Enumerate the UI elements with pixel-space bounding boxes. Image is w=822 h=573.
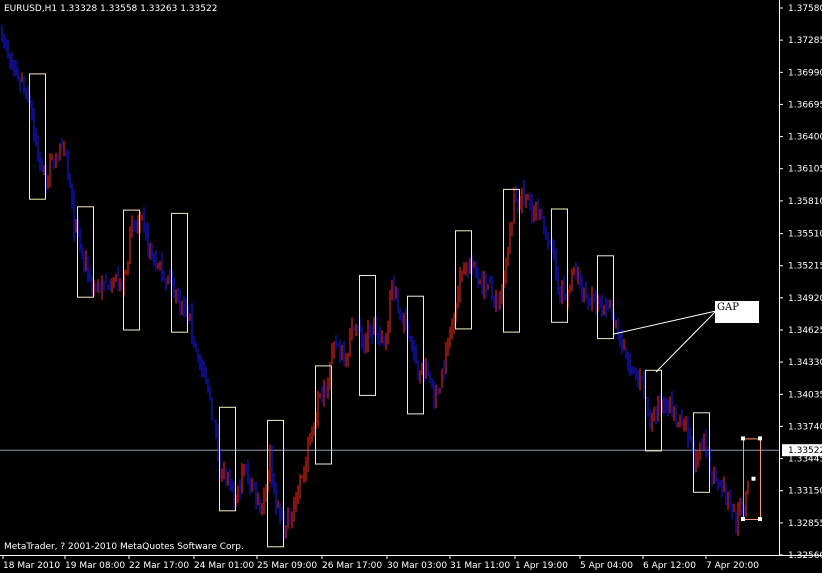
y-tick-label: 1.36105 — [788, 165, 822, 175]
gap-boxes — [29, 73, 762, 548]
annotation-line — [613, 310, 717, 335]
y-tick-label: 1.35215 — [788, 262, 822, 272]
gap-box — [551, 208, 568, 323]
x-tick-label: 1 Apr 19:00 — [515, 561, 568, 571]
selection-handle — [751, 476, 756, 481]
x-tick-label: 24 Mar 01:00 — [194, 561, 254, 571]
annotation-line — [655, 310, 717, 373]
x-tick-label: 26 Mar 17:00 — [322, 561, 382, 571]
x-tick-label: 5 Apr 04:00 — [580, 561, 633, 571]
x-tick-label: 19 Mar 08:00 — [65, 561, 125, 571]
x-tick-label: 30 Mar 03:00 — [387, 561, 447, 571]
x-tick-label: 7 Apr 20:00 — [706, 561, 759, 571]
y-tick-label: 1.33150 — [788, 487, 822, 497]
selection-handle — [758, 517, 762, 521]
annotation-lines — [613, 310, 717, 373]
selection-handle — [758, 436, 762, 441]
selection-handle — [741, 436, 745, 441]
x-tick-label: 18 Mar 2010 — [3, 561, 60, 571]
x-tick-label: 25 Mar 09:00 — [257, 561, 317, 571]
gap-box — [455, 230, 472, 330]
symbol-info-label: EURUSD,H1 1.33328 1.33558 1.33263 1.3352… — [4, 4, 218, 14]
x-tick-label: 6 Apr 12:00 — [643, 561, 696, 571]
y-tick-label: 1.34920 — [788, 294, 822, 304]
x-tick-label: 31 Mar 11:00 — [450, 561, 510, 571]
chart-window[interactable]: 1.37580 1.37285 1.36990 1.36695 1.36400 1.361… — [0, 0, 822, 573]
current-price-label: 1.33522 — [788, 446, 822, 456]
y-tick-label: 1.36990 — [788, 68, 822, 78]
y-tick-label: 1.35510 — [788, 230, 822, 240]
y-tick-label: 1.32855 — [788, 519, 822, 529]
y-tick-label: 1.33740 — [788, 422, 822, 432]
gap-annotation-label[interactable]: GAP — [715, 301, 759, 323]
y-tick-label: 1.35810 — [788, 197, 822, 207]
price-chart[interactable]: 1.37580 1.37285 1.36990 1.36695 1.36400 1.361… — [0, 0, 822, 573]
y-tick-label: 1.32560 — [788, 551, 822, 561]
x-tick-label: 22 Mar 17:00 — [129, 561, 189, 571]
y-tick-label: 1.37580 — [788, 4, 822, 14]
y-tick-label: 1.34625 — [788, 326, 822, 336]
y-tick-label: 1.36400 — [788, 133, 822, 143]
y-tick-label: 1.36695 — [788, 100, 822, 110]
y-tick-label: 1.37285 — [788, 36, 822, 46]
y-tick-label: 1.34035 — [788, 390, 822, 400]
selection-handle — [741, 517, 745, 521]
copyright-text: MetaTrader, ? 2001-2010 MetaQuotes Softw… — [4, 542, 244, 552]
gap-box — [219, 406, 236, 512]
y-tick-label: 1.34330 — [788, 358, 822, 368]
